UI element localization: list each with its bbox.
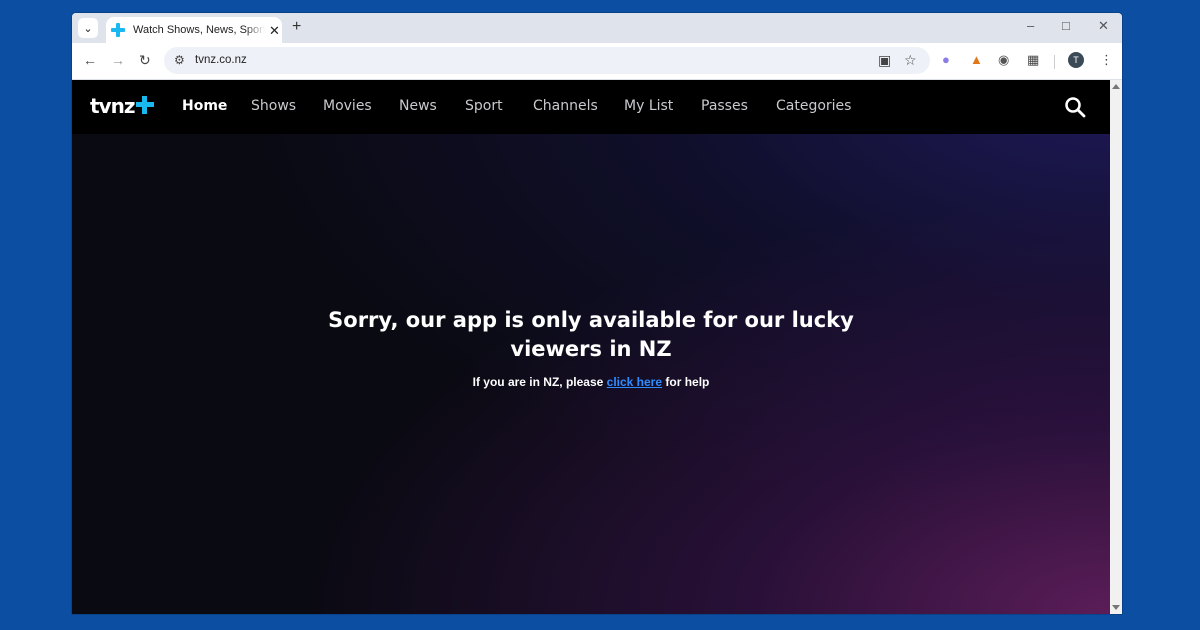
tvnz-page: tvnz Home Shows Movies News Sport Channe… [72, 80, 1110, 614]
tab-strip: ⌄ Watch Shows, News, Sport, Movies ✕ + –… [72, 13, 1122, 43]
nav-channels[interactable]: Channels [533, 99, 598, 113]
metamask-icon[interactable]: ▲ [970, 53, 983, 66]
url-text: tvnz.co.nz [195, 54, 247, 66]
address-bar[interactable]: ⚙ tvnz.co.nz ▣ ☆ [164, 47, 930, 74]
help-text-after: for help [662, 375, 710, 389]
nav-sport[interactable]: Sport [465, 99, 503, 113]
back-button[interactable]: ← [83, 53, 97, 67]
logo-plus-icon [136, 96, 154, 114]
nav-home[interactable]: Home [182, 99, 227, 113]
nav-passes[interactable]: Passes [701, 99, 748, 113]
tvnz-favicon-icon [111, 23, 125, 37]
geo-block-help: If you are in NZ, please click here for … [72, 375, 1110, 389]
extensions-puzzle-icon[interactable]: ▦ [1027, 53, 1039, 66]
nav-movies[interactable]: Movies [323, 99, 372, 113]
title-line-1: Sorry, our app is only available for our… [328, 308, 854, 332]
title-line-2: viewers in NZ [510, 337, 672, 361]
profile-avatar[interactable]: T [1068, 52, 1084, 68]
cast-icon[interactable]: ▣ [878, 53, 891, 67]
extension-icon[interactable]: ● [942, 53, 950, 66]
page-scrollbar[interactable] [1110, 80, 1122, 614]
close-window-button[interactable]: ✕ [1098, 19, 1109, 32]
click-here-link[interactable]: click here [607, 375, 662, 389]
nav-shows[interactable]: Shows [251, 99, 296, 113]
tab-search-button[interactable]: ⌄ [78, 18, 98, 38]
browser-window: ⌄ Watch Shows, News, Sport, Movies ✕ + –… [72, 13, 1122, 614]
scroll-up-icon[interactable] [1112, 84, 1120, 89]
menu-kebab-icon[interactable]: ⋮ [1100, 53, 1113, 66]
site-navbar: tvnz Home Shows Movies News Sport Channe… [72, 80, 1110, 134]
reload-button[interactable]: ↻ [139, 53, 151, 67]
new-tab-button[interactable]: + [292, 19, 301, 35]
chevron-down-icon: ⌄ [83, 22, 93, 35]
search-icon[interactable] [1064, 96, 1086, 118]
help-text-before: If you are in NZ, please [472, 375, 607, 389]
logo-text: tvnz [90, 94, 135, 118]
scroll-down-icon[interactable] [1112, 605, 1120, 610]
browser-tab[interactable]: Watch Shows, News, Sport, Movies ✕ [106, 17, 282, 43]
close-tab-icon[interactable]: ✕ [269, 24, 280, 37]
forward-button[interactable]: → [111, 53, 125, 67]
toolbar-divider [1054, 55, 1055, 69]
nav-categories[interactable]: Categories [776, 99, 851, 113]
geo-block-title: Sorry, our app is only available for our… [72, 306, 1110, 364]
site-info-icon[interactable]: ⚙ [174, 53, 185, 67]
nav-news[interactable]: News [399, 99, 437, 113]
nav-my-list[interactable]: My List [624, 99, 673, 113]
minimize-button[interactable]: – [1027, 19, 1034, 32]
bookmark-star-icon[interactable]: ☆ [904, 53, 917, 67]
tab-title: Watch Shows, News, Sport, Movies [133, 24, 265, 36]
camera-icon[interactable]: ◉ [998, 53, 1009, 66]
maximize-button[interactable]: □ [1062, 19, 1070, 32]
browser-toolbar: ← → ↻ ⚙ tvnz.co.nz ▣ ☆ ● ▲ ◉ ▦ T ⋮ [72, 43, 1122, 80]
